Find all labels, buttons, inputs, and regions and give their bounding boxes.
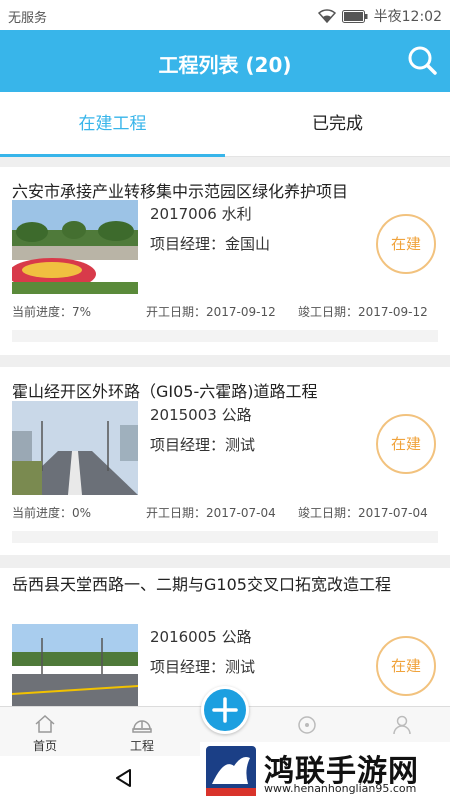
- tab-bar: 在建工程 已完成: [0, 92, 450, 157]
- project-name: 霍山经开区外环路（GI05-六霍路)道路工程: [12, 382, 318, 401]
- status-bar: 无服务 半夜12:02: [0, 0, 450, 30]
- end-date: 竣工日期：2017-09-12: [298, 305, 428, 319]
- project-code: 2017006 水利: [150, 205, 252, 223]
- nav-projects-label: 工程: [129, 739, 154, 753]
- status-badge: 在建: [376, 414, 436, 474]
- project-manager: 项目经理：测试: [150, 436, 256, 454]
- start-date: 开工日期：2017-07-04: [146, 506, 276, 520]
- project-name: 六安市承接产业转移集中示范园区绿化养护项目: [12, 182, 349, 201]
- add-icon: [212, 697, 238, 723]
- nav-home-label: 首页: [32, 739, 57, 753]
- status-badge: 在建: [376, 214, 436, 274]
- project-manager: 项目经理：金国山: [150, 235, 271, 253]
- progress-label: 当前进度：0%: [12, 506, 92, 520]
- card-divider: [12, 531, 438, 543]
- back-icon[interactable]: [112, 766, 136, 790]
- carrier-label: 无服务: [8, 11, 48, 26]
- project-card[interactable]: 六安市承接产业转移集中示范园区绿化养护项目 2017006 水利 项目经理：金国…: [0, 167, 450, 355]
- end-date: 竣工日期：2017-07-04: [298, 506, 428, 520]
- watermark: 鸿联手游网 www.henanhonglian95.com: [200, 742, 450, 800]
- progress-label: 当前进度：7%: [12, 305, 92, 319]
- watermark-url: www.henanhonglian95.com: [264, 782, 417, 795]
- project-name: 岳西县天堂西路一、二期与G105交叉口拓宽改造工程: [12, 575, 391, 594]
- project-manager: 项目经理：测试: [150, 658, 256, 676]
- app-bar: 工程列表 (20): [0, 30, 450, 92]
- project-card[interactable]: 霍山经开区外环路（GI05-六霍路)道路工程 2015003 公路 项目经理：测…: [0, 367, 450, 555]
- search-icon[interactable]: [406, 44, 438, 76]
- tab-completed[interactable]: 已完成: [225, 92, 450, 157]
- tab-in-progress[interactable]: 在建工程: [0, 92, 225, 157]
- battery-icon: [341, 9, 368, 23]
- add-button[interactable]: [201, 686, 249, 734]
- project-code: 2016005 公路: [150, 628, 252, 646]
- compass-icon: [298, 716, 316, 734]
- project-thumbnail: [12, 401, 138, 495]
- wifi-icon: [317, 9, 336, 23]
- nav-home[interactable]: 首页: [0, 707, 90, 757]
- home-icon: [35, 714, 55, 733]
- tab-indicator: [0, 154, 225, 157]
- project-code: 2015003 公路: [150, 406, 252, 424]
- clock: 半夜12:02: [373, 9, 442, 25]
- card-divider: [12, 330, 438, 342]
- status-icons: 半夜12:02: [317, 6, 442, 26]
- project-thumbnail: [12, 200, 138, 294]
- user-icon: [393, 715, 411, 735]
- page-title: 工程列表 (20): [158, 53, 292, 77]
- status-badge: 在建: [376, 636, 436, 696]
- helmet-icon: [132, 720, 152, 733]
- nav-projects[interactable]: 工程: [97, 707, 187, 757]
- start-date: 开工日期：2017-09-12: [146, 305, 276, 319]
- watermark-logo-icon: [206, 746, 256, 796]
- project-thumbnail: [12, 624, 138, 706]
